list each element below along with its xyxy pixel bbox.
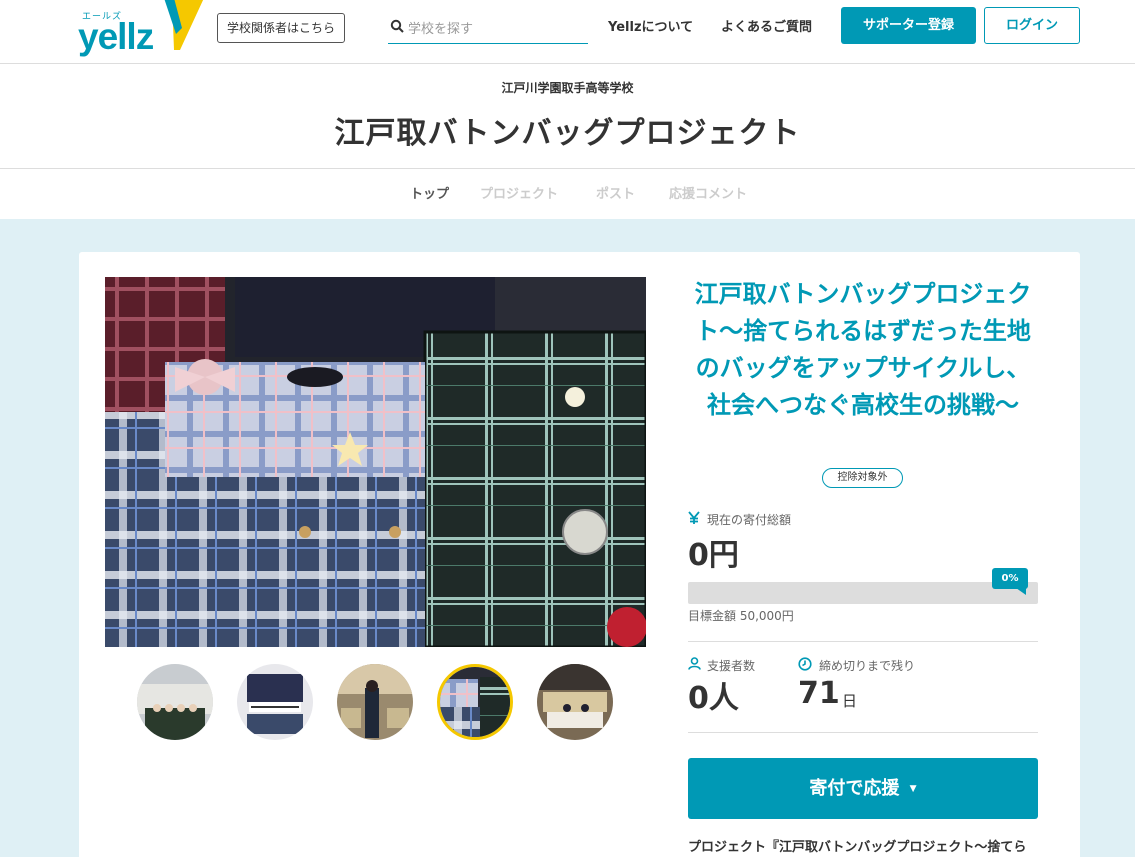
gallery-thumb-5[interactable]	[537, 664, 613, 740]
deadline-days-value: 71	[798, 676, 840, 711]
donation-total-label: 現在の寄付総額	[707, 513, 792, 527]
logo-text: yellz	[78, 16, 154, 57]
tab-comments[interactable]: 応援コメント	[669, 183, 747, 202]
donation-progress-bar	[688, 582, 1038, 604]
thumb-image	[137, 664, 213, 740]
person-icon	[688, 657, 701, 670]
tab-top[interactable]: トップ	[410, 183, 449, 202]
school-search-input[interactable]: 学校を探す	[388, 12, 588, 44]
deadline-label: 締め切りまで残り	[819, 659, 916, 673]
tab-posts[interactable]: ポスト	[596, 183, 635, 202]
progress-percent-tag: 0%	[992, 568, 1028, 589]
clock-icon	[798, 657, 812, 671]
goal-amount: 目標金額 50,000円	[688, 609, 794, 623]
project-description: プロジェクト『江戸取バトンバッグプロジェクト〜捨てら	[688, 840, 1027, 855]
supporters-value: 0人	[688, 681, 739, 716]
progress-tag-pointer	[1016, 588, 1026, 595]
school-name[interactable]: 江戸川学園取手高等学校	[0, 79, 1135, 96]
page-title: 江戸取バトンバッグプロジェクト	[334, 116, 801, 151]
tax-deduction-badge: 控除対象外	[822, 468, 903, 488]
gallery-thumb-3[interactable]	[337, 664, 413, 740]
donate-button[interactable]: 寄付で応援 ▼	[688, 758, 1038, 819]
supporter-register-button[interactable]: サポーター登録	[841, 7, 976, 44]
thumb-image	[537, 664, 613, 740]
donate-button-label: 寄付で応援	[809, 778, 900, 799]
tab-projects[interactable]: プロジェクト	[480, 183, 558, 202]
search-placeholder: 学校を探す	[408, 22, 474, 37]
yen-icon	[688, 511, 700, 524]
thumb-image	[440, 667, 510, 737]
logo-mark-icon	[164, 0, 204, 50]
deadline-days-unit: 日	[842, 692, 858, 710]
supporters-label: 支援者数	[707, 659, 756, 673]
project-tabs: トップ プロジェクト ポスト 応援コメント	[0, 168, 1135, 219]
nav-faq-link[interactable]: よくあるご質問	[721, 16, 812, 35]
nav-about-link[interactable]: Yellzについて	[608, 16, 693, 35]
donation-total-value: 0円	[688, 538, 739, 573]
site-header: エールズ yellz 学校関係者はこちら 学校を探す Yellzについて よくあ…	[0, 0, 1135, 64]
divider	[688, 641, 1038, 642]
gallery-thumb-2[interactable]	[237, 664, 313, 740]
gallery-thumb-4-selected[interactable]	[437, 664, 513, 740]
divider	[688, 732, 1038, 733]
gallery-thumb-1[interactable]	[137, 664, 213, 740]
main-project-photo[interactable]	[105, 277, 646, 647]
caret-down-icon: ▼	[909, 784, 917, 794]
school-staff-link[interactable]: 学校関係者はこちら	[217, 13, 346, 43]
yellz-logo[interactable]: エールズ yellz	[78, 0, 204, 60]
project-headline: 江戸取バトンバッグプロジェクト〜捨てられるはずだった生地のバッグをアップサイクル…	[694, 280, 1032, 419]
bags-photo-image	[105, 277, 646, 647]
thumb-image	[337, 664, 413, 740]
login-button[interactable]: ログイン	[984, 7, 1080, 44]
thumb-image	[237, 664, 313, 740]
search-icon	[390, 19, 404, 33]
